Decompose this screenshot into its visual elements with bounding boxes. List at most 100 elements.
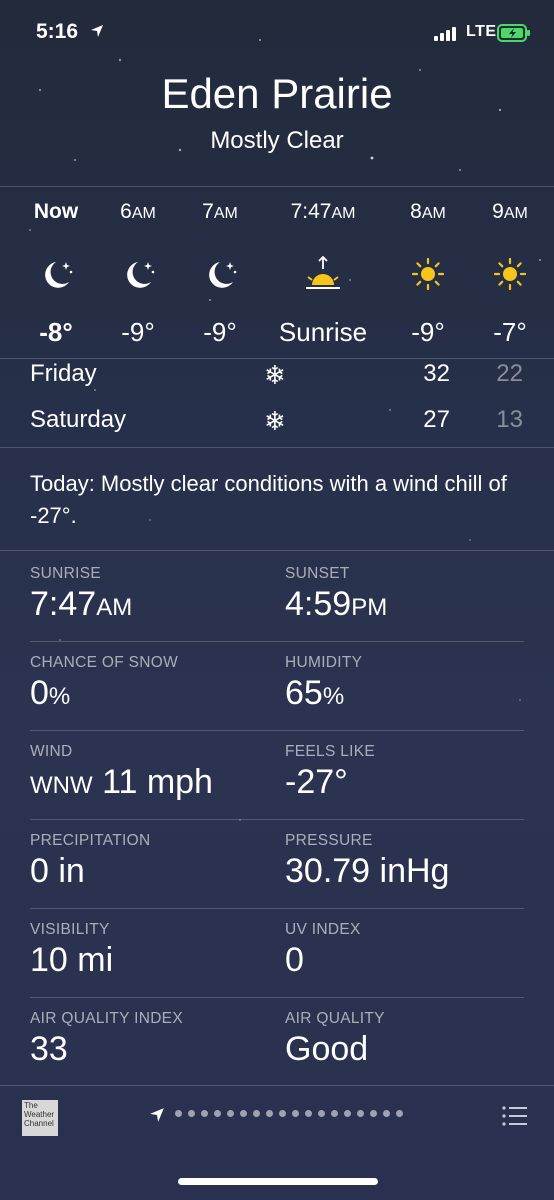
today-summary: Today: Mostly clear conditions with a wi… <box>30 471 507 528</box>
page-dot[interactable] <box>279 1110 286 1117</box>
day-high: 27 <box>423 406 450 433</box>
hourly-item: 9AM -7° <box>465 198 554 348</box>
list-icon[interactable] <box>502 1105 528 1127</box>
page-dot[interactable] <box>188 1110 195 1117</box>
detail-label: PRECIPITATION <box>30 832 151 849</box>
hour-suffix: AM <box>131 205 156 222</box>
detail-label: FEELS LIKE <box>285 743 376 760</box>
detail-value: Good <box>285 1030 369 1068</box>
page-dot[interactable] <box>292 1110 299 1117</box>
hourly-item: 7:47AM Sunrise <box>278 198 368 348</box>
detail-uv-index: UV INDEX 0 <box>285 921 525 980</box>
detail-value: 7:47 <box>30 585 97 623</box>
detail-label: PRESSURE <box>285 832 373 849</box>
hour-temp: -9° <box>411 317 445 347</box>
detail-value: 33 <box>30 1030 68 1068</box>
hour-suffix: AM <box>503 205 528 222</box>
hourly-item: 6AM -9° <box>93 198 183 348</box>
current-condition: Mostly Clear <box>210 127 344 154</box>
detail-label: VISIBILITY <box>30 921 110 938</box>
hour-temp: -7° <box>493 317 527 347</box>
sunrise-icon <box>306 255 340 289</box>
detail-humidity: HUMIDITY 65% <box>285 654 525 713</box>
detail-value: 30.79 inHg <box>285 852 450 890</box>
hour-temp: -9° <box>121 317 155 347</box>
detail-value: 0 <box>30 674 49 712</box>
page-dot[interactable] <box>201 1110 208 1117</box>
snowflake-icon: ❄ <box>264 360 286 390</box>
moon-stars-icon <box>127 262 155 288</box>
moon-stars-icon <box>209 262 237 288</box>
page-dot[interactable] <box>396 1110 403 1117</box>
detail-unit: AM <box>96 594 133 621</box>
detail-unit: PM <box>351 594 388 621</box>
divider <box>0 1085 554 1086</box>
detail-value: 11 mph <box>92 763 213 801</box>
home-indicator[interactable] <box>178 1178 378 1185</box>
carrier-label: LTE <box>466 23 497 40</box>
hour-label: 7 <box>202 200 214 223</box>
page-dot[interactable] <box>175 1110 182 1117</box>
divider <box>30 819 524 820</box>
detail-value: 4:59 <box>285 585 352 623</box>
detail-label: AIR QUALITY INDEX <box>30 1010 183 1027</box>
daily-row[interactable]: Friday ❄ 32 22 <box>0 352 554 398</box>
page-dot[interactable] <box>331 1110 338 1117</box>
day-name: Saturday <box>30 406 127 433</box>
detail-sunset: SUNSET 4:59PM <box>285 565 525 624</box>
page-dot[interactable] <box>227 1110 234 1117</box>
hour-label: 7:47 <box>290 200 332 223</box>
divider <box>30 641 524 642</box>
cellular-signal-icon <box>434 27 456 41</box>
detail-label: WIND <box>30 743 73 760</box>
current-location-page-icon[interactable] <box>149 1107 165 1123</box>
day-high: 32 <box>423 360 450 387</box>
day-low: 13 <box>496 406 523 433</box>
detail-visibility: VISIBILITY 10 mi <box>30 921 270 980</box>
hourly-item: 8AM -9° <box>383 198 473 348</box>
location-arrow-icon <box>91 25 103 37</box>
page-dot[interactable] <box>266 1110 273 1117</box>
divider <box>30 908 524 909</box>
detail-value: 10 mi <box>30 941 114 979</box>
hour-temp: -9° <box>203 317 237 347</box>
hour-label: 6 <box>120 200 132 223</box>
detail-feels-like: FEELS LIKE -27° <box>285 743 525 802</box>
detail-unit: % <box>48 683 71 710</box>
moon-stars-icon <box>45 262 73 288</box>
page-dot[interactable] <box>240 1110 247 1117</box>
page-dot[interactable] <box>357 1110 364 1117</box>
sun-icon <box>411 257 445 291</box>
divider <box>30 997 524 998</box>
detail-wind: WIND WNW 11 mph <box>30 743 270 802</box>
divider <box>0 550 554 551</box>
page-indicator[interactable] <box>175 1110 403 1117</box>
wind-direction: WNW <box>30 772 93 799</box>
detail-value: 0 <box>285 941 304 979</box>
daily-row[interactable]: Saturday ❄ 27 13 <box>0 398 554 444</box>
page-dot[interactable] <box>318 1110 325 1117</box>
hour-suffix: AM <box>331 205 356 222</box>
divider <box>30 730 524 731</box>
page-dot[interactable] <box>305 1110 312 1117</box>
weather-channel-logo[interactable]: The Weather Channel <box>22 1100 58 1136</box>
detail-value: -27° <box>285 763 348 801</box>
detail-label: CHANCE OF SNOW <box>30 654 179 671</box>
battery-charging-icon <box>497 24 530 42</box>
detail-pressure: PRESSURE 30.79 inHg <box>285 832 525 891</box>
page-dot[interactable] <box>214 1110 221 1117</box>
detail-chance-of-snow: CHANCE OF SNOW 0% <box>30 654 270 713</box>
hour-label: Now <box>33 200 79 223</box>
hour-suffix: AM <box>213 205 238 222</box>
page-dot[interactable] <box>344 1110 351 1117</box>
hour-label: 9 <box>492 200 504 223</box>
page-dot[interactable] <box>370 1110 377 1117</box>
hourly-item: Now -8° <box>11 198 101 348</box>
hour-suffix: AM <box>421 205 446 222</box>
page-dot[interactable] <box>253 1110 260 1117</box>
page-dot[interactable] <box>383 1110 390 1117</box>
divider <box>0 186 554 187</box>
hour-temp: Sunrise <box>278 317 368 347</box>
detail-label: UV INDEX <box>285 921 361 938</box>
detail-precipitation: PRECIPITATION 0 in <box>30 832 270 891</box>
